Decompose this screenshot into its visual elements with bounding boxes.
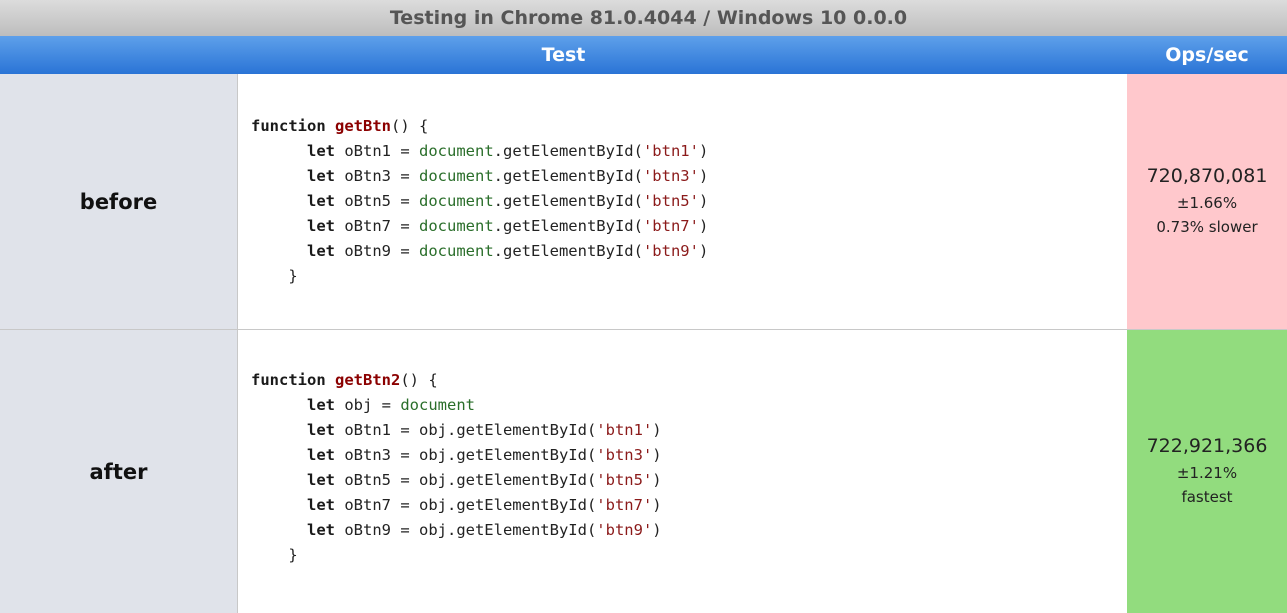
test-name: after <box>0 330 238 613</box>
code-line: function getBtn() { <box>251 117 429 135</box>
code-line: let oBtn5 = obj.getElementById('btn5') <box>307 471 662 489</box>
table-header: Test Ops/sec <box>0 36 1287 74</box>
code-cell: function getBtn() { let oBtn1 = document… <box>238 74 1127 329</box>
code-line: function getBtn2() { <box>251 371 438 389</box>
ops-value: 720,870,081 <box>1146 164 1268 187</box>
code-line: } <box>251 267 298 285</box>
code-block: function getBtn() { let oBtn1 = document… <box>251 114 708 289</box>
ops-value: 722,921,366 <box>1146 434 1268 457</box>
ops-cell: 722,921,366 ±1.21% fastest <box>1127 330 1287 613</box>
code-line: let oBtn3 = obj.getElementById('btn3') <box>307 446 662 464</box>
table-row: after function getBtn2() { let obj = doc… <box>0 330 1287 613</box>
code-line: } <box>251 546 298 564</box>
page-title: Testing in Chrome 81.0.4044 / Windows 10… <box>0 0 1287 36</box>
ops-status: fastest <box>1181 487 1233 506</box>
code-block: function getBtn2() { let obj = document … <box>251 368 662 568</box>
test-name: before <box>0 74 238 329</box>
column-header-ops: Ops/sec <box>1127 36 1287 74</box>
ops-error: ±1.66% <box>1176 193 1238 212</box>
code-line: let oBtn7 = obj.getElementById('btn7') <box>307 496 662 514</box>
ops-error: ±1.21% <box>1176 463 1238 482</box>
code-line: let oBtn9 = document.getElementById('btn… <box>307 242 709 260</box>
code-line: let obj = document <box>307 396 475 414</box>
code-line: let oBtn3 = document.getElementById('btn… <box>307 167 709 185</box>
code-line: let oBtn9 = obj.getElementById('btn9') <box>307 521 662 539</box>
code-line: let oBtn1 = document.getElementById('btn… <box>307 142 709 160</box>
code-line: let oBtn1 = obj.getElementById('btn1') <box>307 421 662 439</box>
code-line: let oBtn5 = document.getElementById('btn… <box>307 192 709 210</box>
ops-cell: 720,870,081 ±1.66% 0.73% slower <box>1127 74 1287 329</box>
code-cell: function getBtn2() { let obj = document … <box>238 330 1127 613</box>
column-header-test: Test <box>0 36 1127 74</box>
ops-status: 0.73% slower <box>1156 217 1258 236</box>
table-row: before function getBtn() { let oBtn1 = d… <box>0 74 1287 330</box>
code-line: let oBtn7 = document.getElementById('btn… <box>307 217 709 235</box>
